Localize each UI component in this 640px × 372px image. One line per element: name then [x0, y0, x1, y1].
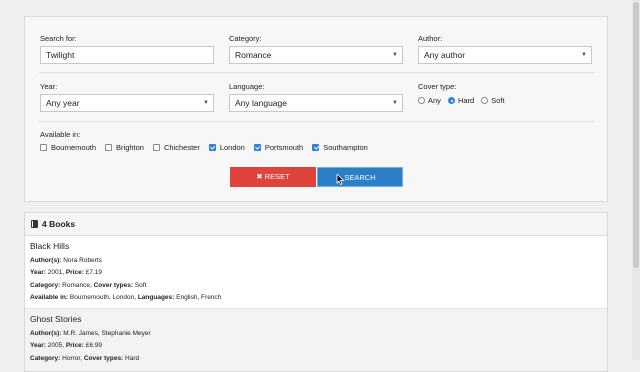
year-meta-label: Year:: [30, 342, 46, 350]
chevron-down-icon: ▼: [203, 100, 209, 106]
category-value: Romance: [235, 50, 272, 60]
book-result: Black Hills Author(s): Nora Roberts Year…: [25, 236, 607, 308]
radio-cover-soft[interactable]: Soft: [481, 96, 505, 105]
chevron-down-icon: ▼: [392, 52, 398, 58]
divider: [39, 121, 595, 122]
cover-value: Hard: [125, 354, 140, 362]
category-select[interactable]: Romance ▼: [229, 46, 403, 64]
year-select[interactable]: Any year ▼: [40, 94, 214, 112]
language-select[interactable]: Any language ▼: [229, 94, 403, 112]
radio-button[interactable]: [481, 97, 489, 104]
languages-value: English, French: [176, 294, 222, 302]
authors-label: Author(s):: [30, 330, 62, 337]
book-category-cover: Category: Romance, Cover types: Soft: [30, 281, 147, 289]
book-category-cover: Category: Horror, Cover types: Hard: [30, 354, 140, 362]
authors-value: M.R. James, Stephanie Meyer: [63, 330, 151, 337]
checkbox-chichester[interactable]: Chichester: [152, 143, 200, 152]
reset-button[interactable]: ✖ RESET: [230, 167, 316, 187]
available-meta-label: Available in:: [30, 294, 69, 302]
available-in-label: Available in:: [40, 130, 81, 139]
book-authors: Author(s): Nora Roberts: [30, 255, 601, 267]
search-label: Search for:: [40, 34, 77, 43]
checkbox-portsmouth[interactable]: Portsmouth: [253, 143, 304, 152]
price-label: Price:: [65, 342, 84, 350]
cover-meta-label: Cover types:: [93, 281, 133, 289]
checkbox-label: Chichester: [163, 143, 200, 152]
book-authors: Author(s): M.R. James, Stephanie Meyer: [30, 328, 601, 340]
book-title: Ghost Stories: [30, 314, 82, 324]
search-panel: Search for: Twilight Category: Romance ▼…: [24, 16, 608, 202]
checkbox-southampton[interactable]: Southampton: [312, 143, 368, 152]
language-value: Any language: [235, 98, 287, 108]
cover-type-radio-group: Any Hard Soft: [418, 96, 512, 105]
cover-type-label: Cover type:: [418, 82, 457, 91]
category-meta-label: Category:: [30, 281, 61, 289]
book-result: Ghost Stories Author(s): M.R. James, Ste…: [25, 308, 607, 371]
checkbox-label: Brighton: [116, 143, 144, 152]
book-title: Black Hills: [30, 241, 70, 251]
checkbox-label: Bournemouth: [51, 143, 97, 152]
radio-label: Hard: [457, 96, 475, 105]
language-label: Language:: [229, 82, 265, 91]
radio-button[interactable]: [418, 97, 425, 104]
authors-value: Nora Roberts: [63, 257, 102, 264]
radio-label: Soft: [491, 96, 505, 105]
checkbox-label: London: [219, 143, 245, 152]
checkbox-london[interactable]: London: [208, 143, 245, 152]
radio-cover-any[interactable]: Any: [418, 96, 441, 105]
cover-meta-label: Cover types:: [83, 354, 124, 362]
book-year-price: Year: 2001, Price: £7.19: [30, 269, 102, 277]
checkbox[interactable]: [152, 144, 160, 151]
year-meta-label: Year:: [30, 269, 46, 277]
cover-value: Soft: [134, 281, 147, 289]
year-value: Any year: [46, 98, 80, 108]
available-value: Bournemouth, London: [69, 294, 135, 302]
chevron-down-icon: ▼: [392, 100, 398, 106]
price-value: £7.19: [85, 269, 102, 277]
results-header: 4 Books: [25, 213, 607, 236]
checkbox-brighton[interactable]: Brighton: [105, 143, 144, 152]
author-value: Any author: [424, 50, 466, 60]
checkbox-label: Portsmouth: [264, 143, 304, 152]
checkbox[interactable]: [105, 144, 113, 151]
author-label: Author:: [418, 34, 443, 43]
checkbox[interactable]: [40, 144, 47, 151]
price-value: £6.99: [85, 342, 102, 350]
category-meta-label: Category:: [30, 354, 61, 362]
checkbox-checked[interactable]: [253, 144, 261, 151]
checkbox-bournemouth[interactable]: Bournemouth: [40, 143, 96, 152]
category-value: Romance: [62, 281, 90, 289]
radio-cover-hard[interactable]: Hard: [447, 96, 475, 105]
search-button[interactable]: SEARCH: [317, 167, 403, 187]
mouse-cursor-icon: [336, 174, 345, 185]
page-scrollbar[interactable]: [632, 0, 640, 360]
scrollbar-thumb[interactable]: [633, 2, 639, 268]
chevron-down-icon: ▼: [581, 52, 587, 58]
author-select[interactable]: Any author ▼: [418, 46, 592, 64]
book-availability-languages: Available in: Bournemouth, London, Langu…: [30, 294, 222, 302]
year-label: Year:: [40, 82, 58, 91]
languages-label: Languages:: [137, 294, 175, 302]
book-icon: [31, 220, 38, 228]
checkbox-checked[interactable]: [208, 144, 216, 151]
category-value: Horror: [62, 354, 81, 362]
price-label: Price:: [65, 269, 84, 277]
checkbox-label: Southampton: [323, 143, 368, 152]
results-panel: 4 Books Black Hills Author(s): Nora Robe…: [24, 212, 608, 372]
results-count: 4 Books: [42, 219, 76, 229]
category-label: Category:: [229, 34, 262, 43]
year-value: 2001: [47, 269, 63, 277]
search-input[interactable]: Twilight: [40, 46, 214, 64]
location-checkboxes: Bournemouth Brighton Chichester London P…: [40, 143, 377, 152]
authors-label: Author(s):: [30, 257, 62, 264]
radio-label: Any: [428, 96, 441, 105]
divider: [39, 72, 595, 73]
radio-button-selected[interactable]: [447, 97, 455, 104]
checkbox-checked[interactable]: [312, 144, 320, 151]
book-year-price: Year: 2005, Price: £6.99: [30, 342, 102, 350]
year-value: 2005: [47, 342, 63, 350]
